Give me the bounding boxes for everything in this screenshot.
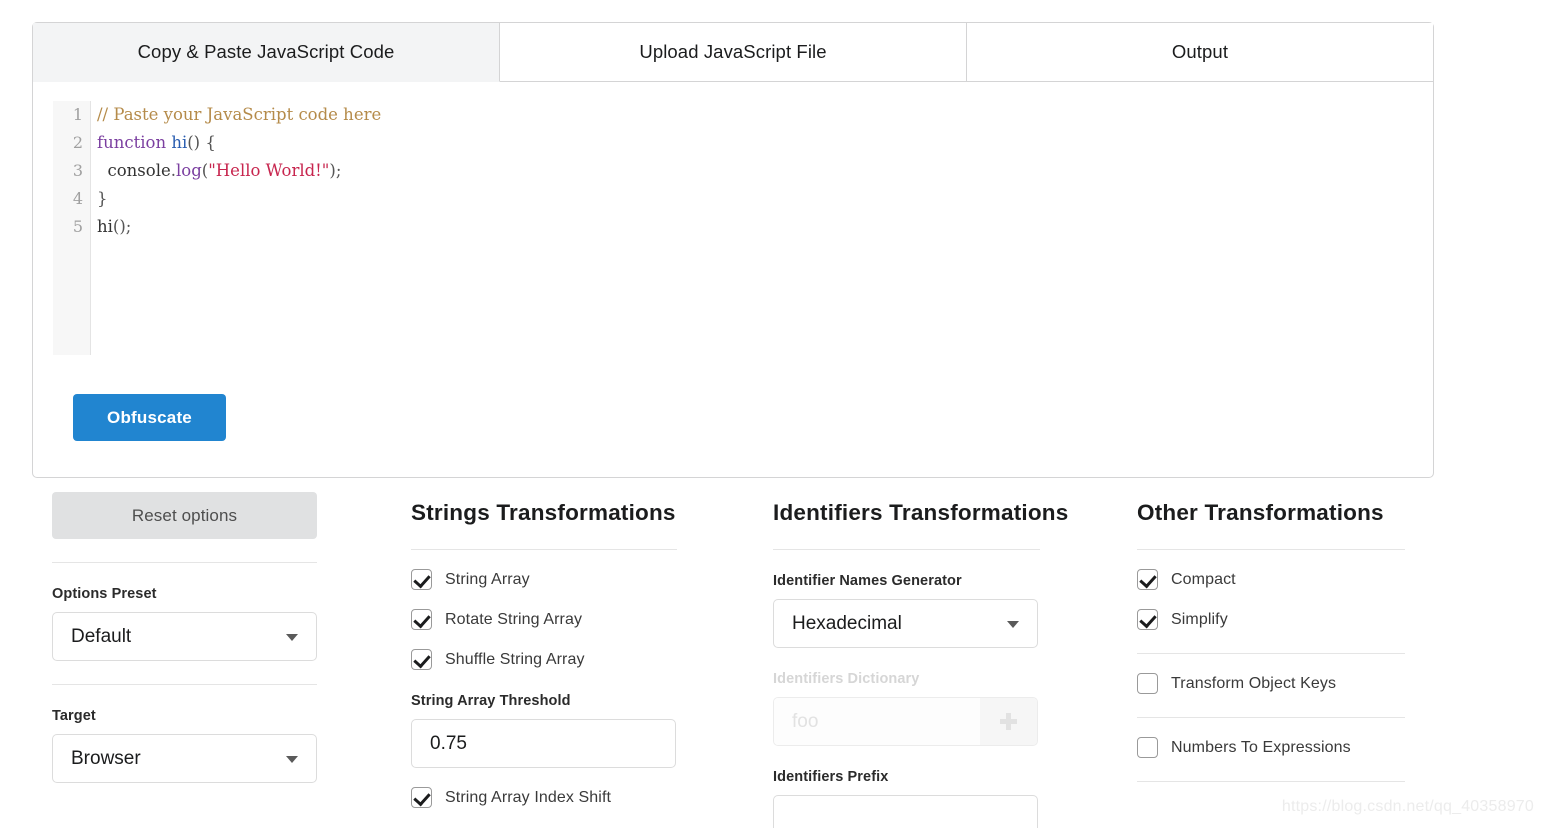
target-select[interactable]: Browser <box>52 734 317 783</box>
identifiers-prefix-label: Identifiers Prefix <box>773 769 889 785</box>
plus-icon <box>1000 713 1017 730</box>
code-token-prop: log <box>175 161 202 180</box>
checkbox-label: Simplify <box>1171 610 1228 628</box>
code-token-punct: } <box>97 189 108 208</box>
other-transformations-column: Other Transformations Compact Simplify T… <box>1127 492 1427 828</box>
page-root: Copy & Paste JavaScript Code Upload Java… <box>0 0 1548 828</box>
line-number: 1 <box>72 105 83 124</box>
identifier-names-generator-value: Hexadecimal <box>792 612 902 634</box>
checkbox-label: String Array <box>445 570 530 588</box>
identifier-names-generator-select[interactable]: Hexadecimal <box>773 599 1038 648</box>
checkbox-simplify[interactable]: Simplify <box>1137 609 1427 630</box>
code-token-punct: ); <box>329 161 342 180</box>
chevron-down-icon <box>1007 620 1019 628</box>
identifiers-dictionary-field[interactable]: foo <box>773 697 1038 746</box>
options-preset-label: Options Preset <box>52 586 157 602</box>
checkbox-label: Numbers To Expressions <box>1171 738 1351 756</box>
section-title-other: Other Transformations <box>1137 500 1384 525</box>
editor-card: Copy & Paste JavaScript Code Upload Java… <box>32 22 1434 478</box>
watermark: https://blog.csdn.net/qq_40358970 <box>1281 798 1534 815</box>
tab-upload-file[interactable]: Upload JavaScript File <box>500 23 967 82</box>
divider <box>773 549 1040 550</box>
divider <box>1137 549 1405 550</box>
chevron-down-icon <box>286 755 298 763</box>
options-preset-value: Default <box>71 625 132 647</box>
line-number: 5 <box>72 217 83 236</box>
checkbox-transform-object-keys[interactable]: Transform Object Keys <box>1137 673 1427 694</box>
tab-label: Upload JavaScript File <box>639 41 827 62</box>
checkbox-icon <box>1137 569 1158 590</box>
code-token-comment: // Paste your JavaScript code here <box>97 105 382 124</box>
identifiers-dictionary-add-button[interactable] <box>980 698 1037 745</box>
options-preset-select[interactable]: Default <box>52 612 317 661</box>
code-token-keyword: function <box>97 133 167 152</box>
checkbox-rotate-string-array[interactable]: Rotate String Array <box>411 609 762 630</box>
identifier-names-generator-label: Identifier Names Generator <box>773 573 962 589</box>
identifiers-dictionary-label: Identifiers Dictionary <box>773 671 920 687</box>
checkbox-icon <box>411 609 432 630</box>
checkbox-numbers-to-expressions[interactable]: Numbers To Expressions <box>1137 737 1427 758</box>
identifiers-dictionary-placeholder: foo <box>792 710 819 732</box>
checkbox-label: Transform Object Keys <box>1171 674 1337 692</box>
divider <box>1137 653 1405 654</box>
checkbox-icon <box>1137 673 1158 694</box>
tab-copy-paste-code[interactable]: Copy & Paste JavaScript Code <box>33 23 500 82</box>
checkbox-shuffle-string-array[interactable]: Shuffle String Array <box>411 649 762 670</box>
identifiers-dictionary-input[interactable]: foo <box>774 698 980 745</box>
obfuscate-button[interactable]: Obfuscate <box>73 394 226 441</box>
options-panel: Reset options Options Preset Default Tar… <box>32 492 1434 828</box>
checkbox-label: String Array Index Shift <box>445 788 612 806</box>
checkbox-icon <box>1137 609 1158 630</box>
code-token-func: hi <box>171 133 188 152</box>
divider <box>1137 717 1405 718</box>
line-number-gutter: 1 2 3 4 5 <box>53 101 91 355</box>
strings-transformations-column: Strings Transformations String Array Rot… <box>397 492 762 828</box>
section-title-identifiers: Identifiers Transformations <box>773 500 1069 525</box>
code-line: hi(); <box>97 213 1413 241</box>
tab-bar: Copy & Paste JavaScript Code Upload Java… <box>33 23 1433 82</box>
string-array-threshold-value: 0.75 <box>430 732 467 754</box>
checkbox-icon <box>1137 737 1158 758</box>
divider <box>1137 781 1405 782</box>
string-array-threshold-label: String Array Threshold <box>411 693 571 709</box>
checkbox-label: Rotate String Array <box>445 610 583 628</box>
checkbox-label: Shuffle String Array <box>445 650 585 668</box>
line-number: 2 <box>72 133 83 152</box>
tab-output[interactable]: Output <box>967 23 1433 82</box>
checkbox-string-array-index-shift[interactable]: String Array Index Shift <box>411 787 762 808</box>
code-line: console.log("Hello World!"); <box>97 157 1413 185</box>
checkbox-string-array[interactable]: String Array <box>411 569 762 590</box>
reset-options-button[interactable]: Reset options <box>52 492 317 539</box>
code-token-punct: (); <box>112 217 132 236</box>
tab-label: Output <box>1171 41 1229 62</box>
line-number: 3 <box>72 161 83 180</box>
code-line: } <box>97 185 1413 213</box>
checkbox-icon <box>411 649 432 670</box>
identifiers-transformations-column: Identifiers Transformations Identifier N… <box>762 492 1127 828</box>
general-options-column: Reset options Options Preset Default Tar… <box>32 492 397 828</box>
line-number: 4 <box>72 189 83 208</box>
chevron-down-icon <box>286 633 298 641</box>
identifiers-prefix-input[interactable] <box>773 795 1038 828</box>
code-token-punct: () { <box>187 133 216 152</box>
code-token-plain: console <box>97 161 171 180</box>
section-title-strings: Strings Transformations <box>411 500 676 525</box>
checkbox-compact[interactable]: Compact <box>1137 569 1427 590</box>
divider <box>411 549 677 550</box>
code-line: function hi() { <box>97 129 1413 157</box>
tab-label: Copy & Paste JavaScript Code <box>137 41 395 62</box>
code-text-area[interactable]: // Paste your JavaScript code here functi… <box>92 101 1413 355</box>
target-value: Browser <box>71 747 141 769</box>
string-array-threshold-input[interactable]: 0.75 <box>411 719 676 768</box>
checkbox-label: Compact <box>1171 570 1236 588</box>
code-line: // Paste your JavaScript code here <box>97 101 1413 129</box>
target-label: Target <box>52 708 96 724</box>
code-editor[interactable]: 1 2 3 4 5 // Paste your JavaScript code … <box>53 101 1413 355</box>
checkbox-icon <box>411 787 432 808</box>
divider <box>52 562 317 563</box>
code-token-plain: hi <box>97 217 113 236</box>
code-token-string: "Hello World!" <box>208 161 330 180</box>
checkbox-icon <box>411 569 432 590</box>
divider <box>52 684 317 685</box>
